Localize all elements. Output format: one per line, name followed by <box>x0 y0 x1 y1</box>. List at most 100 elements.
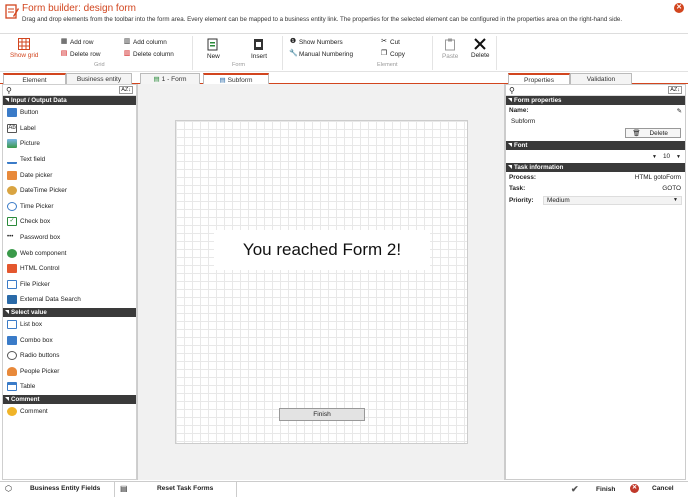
task-row: Task: GOTO <box>506 183 685 194</box>
sort-icon[interactable]: AZ↓ <box>668 86 682 94</box>
section-header-input-output[interactable]: Input / Output Data <box>3 96 136 105</box>
paste-button[interactable]: Paste <box>442 38 458 60</box>
form-finish-button[interactable]: Finish <box>279 408 365 421</box>
list-icon <box>7 320 17 330</box>
search-icon[interactable]: ⚲ <box>509 86 515 95</box>
edit-icon[interactable]: ✎ <box>677 107 682 115</box>
toolbox-item-picture[interactable]: Picture <box>3 136 136 152</box>
toolbox-item-comment[interactable]: Comment <box>3 404 136 420</box>
toolbox-item-check-box[interactable]: ✓ Check box <box>3 214 136 230</box>
task-value: GOTO <box>662 185 681 192</box>
search-icon[interactable]: ⚲ <box>6 86 12 95</box>
comment-icon <box>7 406 17 416</box>
delete-column-icon: ▥ <box>123 50 131 57</box>
form-tab-icon: ▤ <box>219 77 226 84</box>
delete-column-button[interactable]: ▥ Delete column <box>123 50 174 58</box>
chevron-down-icon: ▼ <box>676 153 681 160</box>
font-header[interactable]: Font <box>506 141 685 150</box>
font-size-select[interactable]: ▼ 10 ▼ <box>652 153 681 160</box>
cut-button[interactable]: ✂ Cut <box>380 38 400 46</box>
wrench-icon: 🔧 <box>289 50 298 57</box>
clipboard-icon <box>445 38 456 51</box>
toolbox-item-button[interactable]: Button <box>3 105 136 121</box>
form-message-label[interactable]: You reached Form 2! <box>214 230 430 270</box>
delete-row-button[interactable]: ▤ Delete row <box>60 50 101 58</box>
form-properties-header[interactable]: Form properties <box>506 96 685 105</box>
name-value[interactable]: Subform <box>506 116 685 127</box>
add-row-icon: ▦ <box>60 38 68 45</box>
toolbox-item-combo-box[interactable]: Combo box <box>3 332 136 348</box>
cube-icon: ⬡ <box>5 484 12 493</box>
section-header-select-value[interactable]: Select value <box>3 307 136 317</box>
close-icon[interactable]: ✕ <box>674 3 684 13</box>
password-icon: ••• <box>7 234 14 241</box>
business-entity-fields-button[interactable]: ⬡ Business Entity Fields <box>5 484 100 493</box>
add-column-icon: ▥ <box>123 38 131 45</box>
new-form-button[interactable]: New <box>207 38 220 60</box>
section-header-comment[interactable]: Comment <box>3 394 136 404</box>
new-document-icon <box>207 38 218 51</box>
cancel-button[interactable]: ✕ Cancel <box>630 484 674 493</box>
show-grid-button[interactable]: Show grid <box>10 38 38 59</box>
sort-icon[interactable]: AZ↓ <box>119 86 133 94</box>
picture-icon <box>7 139 17 149</box>
toolbox-item-radio-buttons[interactable]: Radio buttons <box>3 348 136 364</box>
task-information-header[interactable]: Task information <box>506 163 685 172</box>
element-group-label: Element <box>377 62 398 68</box>
properties-search-bar: ⚲ AZ↓ <box>506 85 685 96</box>
external-search-icon <box>7 295 17 305</box>
reset-form-icon: ▤ <box>120 484 128 493</box>
window-subtitle: Drag and drop elements from the toolbar … <box>22 16 623 23</box>
properties-panel: ⚲ AZ↓ Form properties Name: ✎ Subform 🗑 D… <box>505 84 686 480</box>
show-numbers-button[interactable]: ❶ Show Numbers <box>289 38 343 46</box>
add-column-button[interactable]: ▥ Add column <box>123 38 167 46</box>
checkbox-icon: ✓ <box>7 217 17 227</box>
combo-icon <box>7 335 17 345</box>
copy-button[interactable]: ❐ Copy <box>380 50 405 58</box>
priority-select[interactable]: Medium ▼ <box>543 196 682 205</box>
toolbox-item-list-box[interactable]: List box <box>3 317 136 333</box>
file-icon <box>7 279 17 289</box>
scissors-icon: ✂ <box>381 38 387 45</box>
toolbox-search-bar: ⚲ AZ↓ <box>3 85 136 96</box>
delete-row: 🗑 Delete <box>506 127 685 139</box>
toolbox-item-html-control[interactable]: HTML Control <box>3 261 136 277</box>
reset-task-forms-button[interactable]: ▤ Reset Task Forms <box>120 484 213 493</box>
cancel-icon: ✕ <box>630 484 639 493</box>
form-design-area[interactable] <box>175 120 468 444</box>
grid-icon <box>18 38 31 50</box>
button-icon <box>7 108 17 118</box>
toolbox-item-password-box[interactable]: ••• Password box <box>3 230 136 246</box>
process-value: HTML gotoForm <box>634 174 681 181</box>
toolbox-item-external-data-search[interactable]: External Data Search <box>3 292 136 308</box>
form-group-label: Form <box>232 62 246 68</box>
checkmark-icon: ✔ <box>571 484 579 494</box>
table-icon <box>7 382 17 392</box>
process-row: Process: HTML gotoForm <box>506 172 685 183</box>
toolbox-item-text-field[interactable]: Text field <box>3 152 136 168</box>
delete-element-button[interactable]: Delete <box>471 38 489 59</box>
toolbox-item-web-component[interactable]: Web component <box>3 245 136 261</box>
name-label: Name: <box>509 107 529 114</box>
toolbox-item-table[interactable]: Table <box>3 379 136 395</box>
ribbon-separator <box>496 36 497 70</box>
insert-form-button[interactable]: Insert <box>251 38 267 60</box>
globe-icon <box>7 248 17 258</box>
toolbox-item-time-picker[interactable]: Time Picker <box>3 199 136 215</box>
font-size-row: ▼ 10 ▼ <box>506 150 685 163</box>
add-row-button[interactable]: ▦ Add row <box>60 38 94 46</box>
finish-button[interactable]: ✔ Finish <box>571 484 615 495</box>
toolbox-item-file-picker[interactable]: File Picker <box>3 277 136 293</box>
window-title: Form builder: design form <box>22 3 136 14</box>
person-icon <box>7 366 17 376</box>
toolbox-item-label[interactable]: Ab Label <box>3 121 136 137</box>
text-field-icon <box>7 155 17 165</box>
ribbon-separator <box>432 36 433 70</box>
toolbox-item-datetime-picker[interactable]: DateTime Picker <box>3 183 136 199</box>
manual-numbering-button[interactable]: 🔧 Manual Numbering <box>289 50 353 58</box>
toolbox-item-date-picker[interactable]: Date picker <box>3 167 136 183</box>
delete-property-button[interactable]: 🗑 Delete <box>625 128 681 138</box>
name-row: Name: ✎ <box>506 105 685 116</box>
html-icon <box>7 264 17 274</box>
toolbox-item-people-picker[interactable]: People Picker <box>3 364 136 380</box>
